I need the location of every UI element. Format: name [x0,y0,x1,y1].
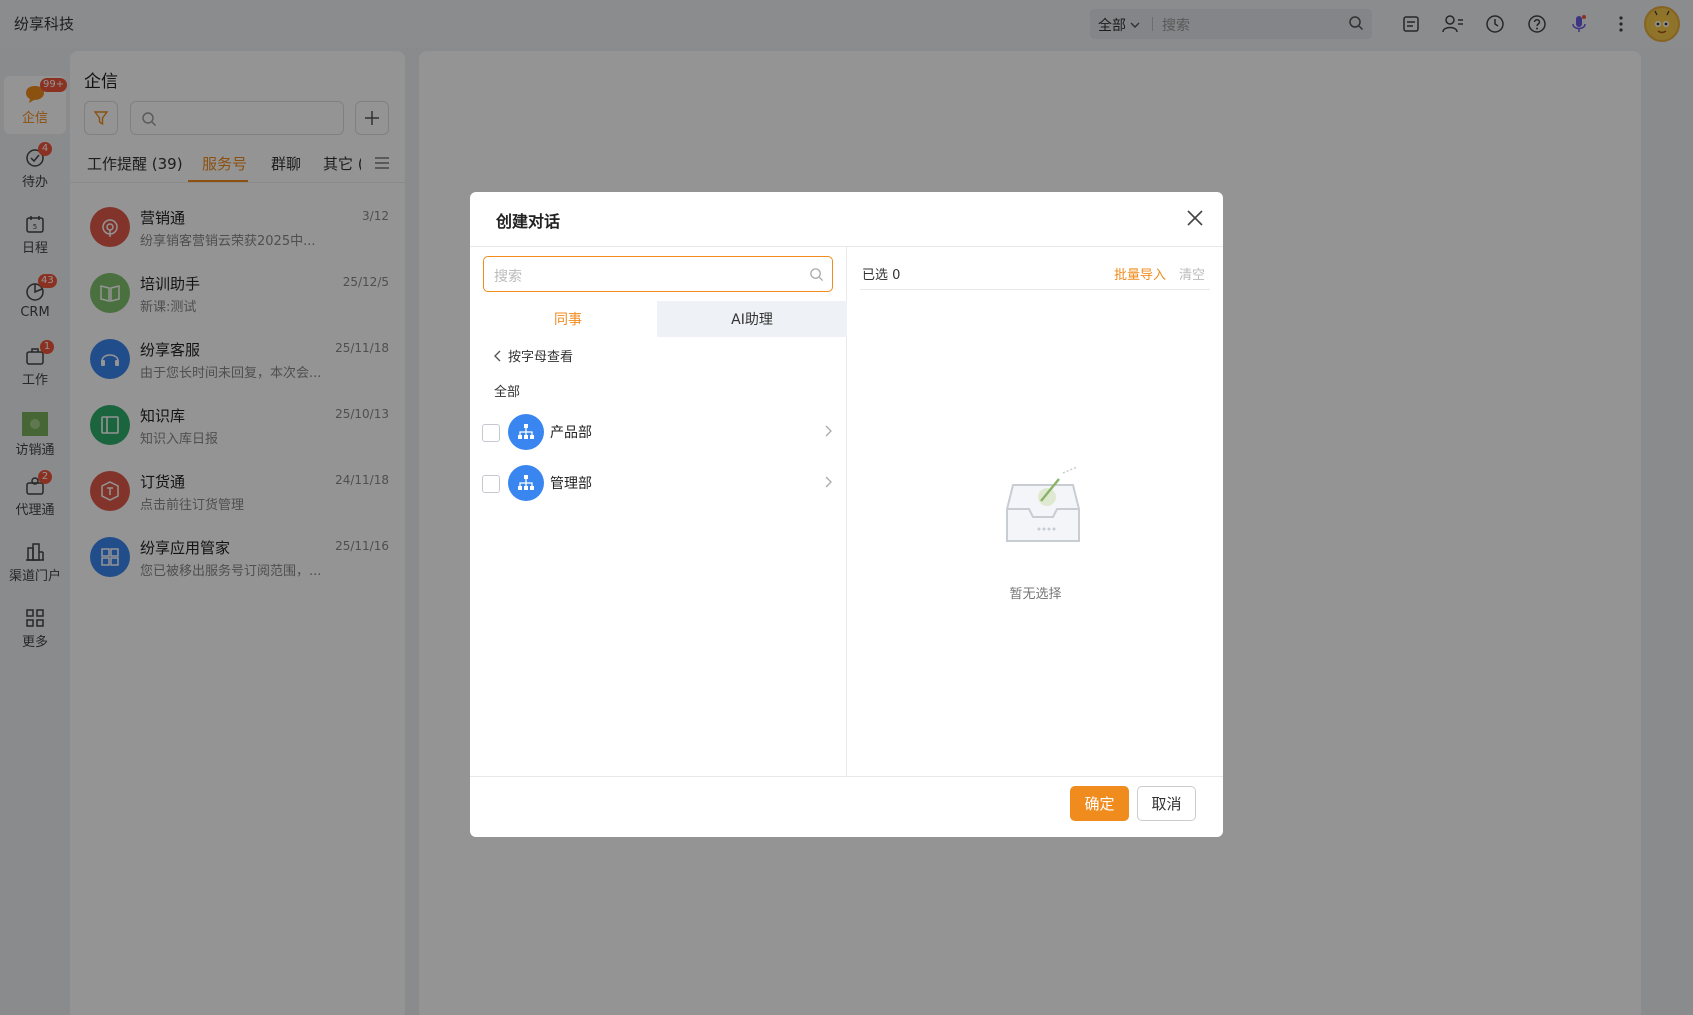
empty-inbox-icon [1006,466,1080,542]
selected-count: 已选 0 [862,268,901,283]
chevron-right-icon[interactable] [824,425,832,437]
clear-link[interactable]: 清空 [1179,264,1205,283]
empty-state-text: 暂无选择 [1009,587,1062,602]
create-conversation-dialog: 创建对话 搜索 同事 AI助理 按字母查看 全部 产品部 管理部 已选 0 批量… [470,192,1223,837]
org-chart-icon [508,414,544,450]
breadcrumb[interactable]: 全部 [494,381,520,400]
bulk-import-link[interactable]: 批量导入 [1114,264,1166,283]
org-chart-icon [508,465,544,501]
tab-colleagues[interactable]: 同事 [483,301,653,337]
alphabet-view-link[interactable]: 按字母查看 [494,346,573,365]
department-checkbox[interactable] [482,475,500,493]
department-name: 管理部 [550,476,592,492]
department-row[interactable]: 管理部 [482,462,836,504]
cancel-button[interactable]: 取消 [1137,786,1196,821]
department-name: 产品部 [550,425,592,441]
chevron-left-icon [494,350,501,361]
department-checkbox[interactable] [482,424,500,442]
selected-panel: 已选 0 批量导入 清空 暂无选择 [848,247,1223,776]
search-icon [810,268,824,282]
tab-ai-assistant[interactable]: AI助理 [657,301,847,337]
dialog-title: 创建对话 [496,212,561,231]
divider [860,289,1210,290]
member-search-placeholder: 搜索 [494,269,522,285]
dialog-footer: 确定 取消 [470,776,1223,837]
member-picker: 搜索 同事 AI助理 按字母查看 全部 产品部 管理部 [470,247,847,776]
dialog-header: 创建对话 [470,192,1223,247]
confirm-button[interactable]: 确定 [1070,786,1129,821]
close-icon[interactable] [1187,210,1203,226]
department-row[interactable]: 产品部 [482,411,836,453]
member-search-input[interactable]: 搜索 [483,256,833,292]
alphabet-view-label: 按字母查看 [508,350,574,365]
chevron-right-icon[interactable] [824,476,832,488]
